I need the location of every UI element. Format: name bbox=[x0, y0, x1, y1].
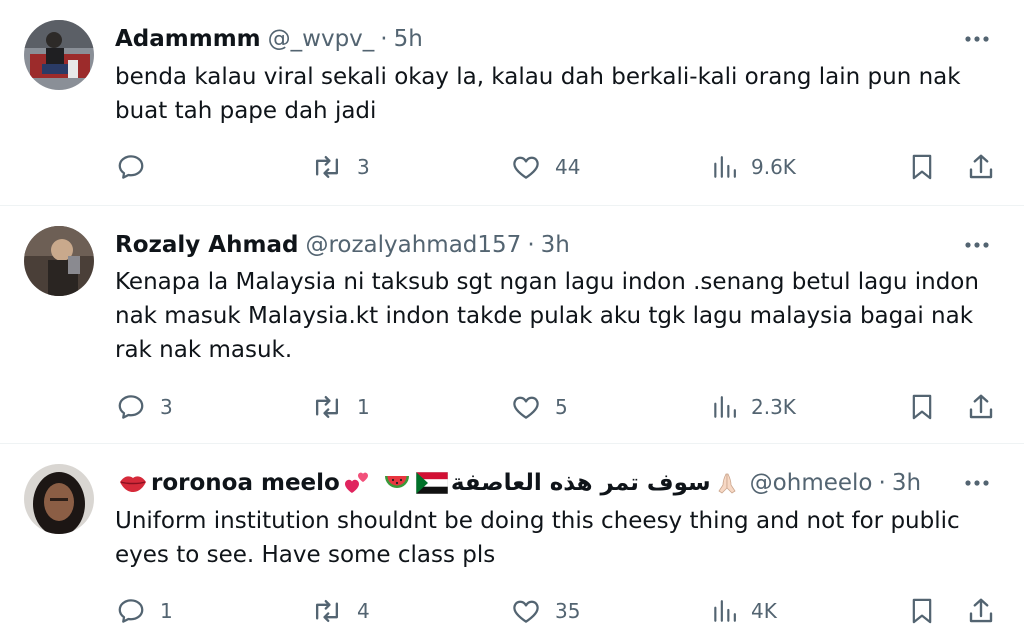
reply-tweet-adammmm[interactable]: Adammmm @_wvpv_ · 5h benda kalau viral s… bbox=[0, 0, 1024, 206]
share-button[interactable] bbox=[966, 150, 996, 184]
bookmark-button[interactable] bbox=[908, 594, 936, 628]
bookmark-icon bbox=[912, 598, 932, 624]
tweet-text-line: Uniform institution shouldnt be doing th… bbox=[115, 508, 960, 534]
two-hearts-icon bbox=[343, 471, 371, 495]
like-count: 44 bbox=[555, 155, 581, 179]
repost-icon bbox=[315, 395, 339, 419]
folded-hands-icon bbox=[714, 471, 740, 495]
repost-button[interactable]: 3 bbox=[311, 150, 370, 184]
repost-icon bbox=[315, 599, 339, 623]
heart-icon bbox=[513, 396, 539, 419]
like-count: 5 bbox=[555, 395, 568, 419]
user-handle[interactable]: @rozalyahmad157 bbox=[305, 232, 521, 258]
views-icon bbox=[714, 156, 736, 178]
like-button[interactable]: 5 bbox=[511, 390, 568, 424]
separator-dot: · bbox=[527, 232, 535, 258]
tweet-text: Uniform institution shouldnt be doing th… bbox=[115, 504, 995, 572]
like-count: 35 bbox=[555, 599, 581, 623]
user-handle[interactable]: @ohmeelo bbox=[750, 470, 873, 496]
flag-icon bbox=[415, 472, 448, 494]
bookmark-button[interactable] bbox=[908, 150, 936, 184]
avatar[interactable] bbox=[24, 226, 94, 296]
repost-button[interactable]: 1 bbox=[311, 390, 370, 424]
like-button[interactable]: 44 bbox=[511, 150, 580, 184]
bookmark-icon bbox=[912, 154, 932, 180]
reply-icon bbox=[118, 155, 144, 179]
like-button[interactable]: 35 bbox=[511, 594, 580, 628]
timestamp[interactable]: 3h bbox=[541, 232, 570, 258]
reply-count: 1 bbox=[160, 599, 173, 623]
action-bar: 3 44 9.6K bbox=[0, 150, 1024, 184]
display-name[interactable]: roronoa meelo bbox=[151, 470, 340, 496]
share-icon bbox=[969, 598, 993, 623]
tweet-header: Rozaly Ahmad @rozalyahmad157 · 3h bbox=[115, 228, 944, 262]
reply-button[interactable]: 3 bbox=[116, 390, 173, 424]
action-bar: 1 4 35 4K bbox=[0, 594, 1024, 628]
display-name-arabic: سوف تمر هذه العاصفة bbox=[450, 470, 711, 496]
watermelon-icon bbox=[384, 472, 410, 494]
views-count: 9.6K bbox=[751, 155, 796, 179]
user-handle[interactable]: @_wvpv_ bbox=[268, 26, 375, 52]
tweet-text-line: rak nak masuk. bbox=[115, 337, 293, 363]
repost-count: 3 bbox=[357, 155, 370, 179]
tweet-header: roronoa meelo سوف تمر هذه العاصفة @ohmee… bbox=[115, 466, 944, 500]
more-icon[interactable] bbox=[960, 22, 994, 56]
repost-button[interactable]: 4 bbox=[311, 594, 370, 628]
views-button[interactable]: 9.6K bbox=[711, 150, 796, 184]
tweet-text: benda kalau viral sekali okay la, kalau … bbox=[115, 60, 995, 128]
heart-icon bbox=[513, 156, 539, 179]
tweet-text-line: buat tah pape dah jadi bbox=[115, 98, 377, 124]
views-count: 2.3K bbox=[751, 395, 796, 419]
reply-feed: Adammmm @_wvpv_ · 5h benda kalau viral s… bbox=[0, 0, 1024, 641]
share-button[interactable] bbox=[966, 594, 996, 628]
share-button[interactable] bbox=[966, 390, 996, 424]
bookmark-button[interactable] bbox=[908, 390, 936, 424]
share-icon bbox=[969, 394, 993, 419]
more-icon[interactable] bbox=[960, 466, 994, 500]
tweet-text-line: eyes to see. Have some class pls bbox=[115, 542, 496, 568]
views-button[interactable]: 2.3K bbox=[711, 390, 796, 424]
timestamp[interactable]: 3h bbox=[892, 470, 921, 496]
action-bar: 3 1 5 2.3K bbox=[0, 390, 1024, 424]
heart-icon bbox=[513, 600, 539, 623]
timestamp[interactable]: 5h bbox=[394, 26, 423, 52]
views-icon bbox=[714, 396, 736, 418]
reply-icon bbox=[118, 395, 144, 419]
reply-tweet-rozaly[interactable]: Rozaly Ahmad @rozalyahmad157 · 3h Kenapa… bbox=[0, 206, 1024, 444]
tweet-header: Adammmm @_wvpv_ · 5h bbox=[115, 22, 944, 56]
more-icon[interactable] bbox=[960, 228, 994, 262]
repost-icon bbox=[315, 155, 339, 179]
separator-dot: · bbox=[878, 470, 886, 496]
tweet-text-line: Kenapa la Malaysia ni taksub sgt ngan la… bbox=[115, 269, 979, 295]
reply-button[interactable]: 1 bbox=[116, 594, 173, 628]
avatar[interactable] bbox=[24, 464, 94, 534]
bookmark-icon bbox=[912, 394, 932, 420]
reply-icon bbox=[118, 599, 144, 623]
lips-icon bbox=[118, 472, 148, 494]
reply-tweet-roronoa[interactable]: roronoa meelo سوف تمر هذه العاصفة @ohmee… bbox=[0, 444, 1024, 641]
share-icon bbox=[969, 154, 993, 179]
views-icon bbox=[714, 600, 736, 622]
views-button[interactable]: 4K bbox=[711, 594, 777, 628]
views-count: 4K bbox=[751, 599, 777, 623]
reply-button[interactable] bbox=[116, 150, 160, 184]
reply-count: 3 bbox=[160, 395, 173, 419]
separator-dot: · bbox=[380, 26, 388, 52]
tweet-text: Kenapa la Malaysia ni taksub sgt ngan la… bbox=[115, 265, 995, 367]
repost-count: 1 bbox=[357, 395, 370, 419]
tweet-text-line: nak masuk Malaysia.kt indon takde pulak … bbox=[115, 303, 974, 329]
avatar[interactable] bbox=[24, 20, 94, 90]
display-name[interactable]: Adammmm bbox=[115, 26, 261, 52]
repost-count: 4 bbox=[357, 599, 370, 623]
display-name[interactable]: Rozaly Ahmad bbox=[115, 232, 298, 258]
tweet-text-line: benda kalau viral sekali okay la, kalau … bbox=[115, 64, 961, 90]
